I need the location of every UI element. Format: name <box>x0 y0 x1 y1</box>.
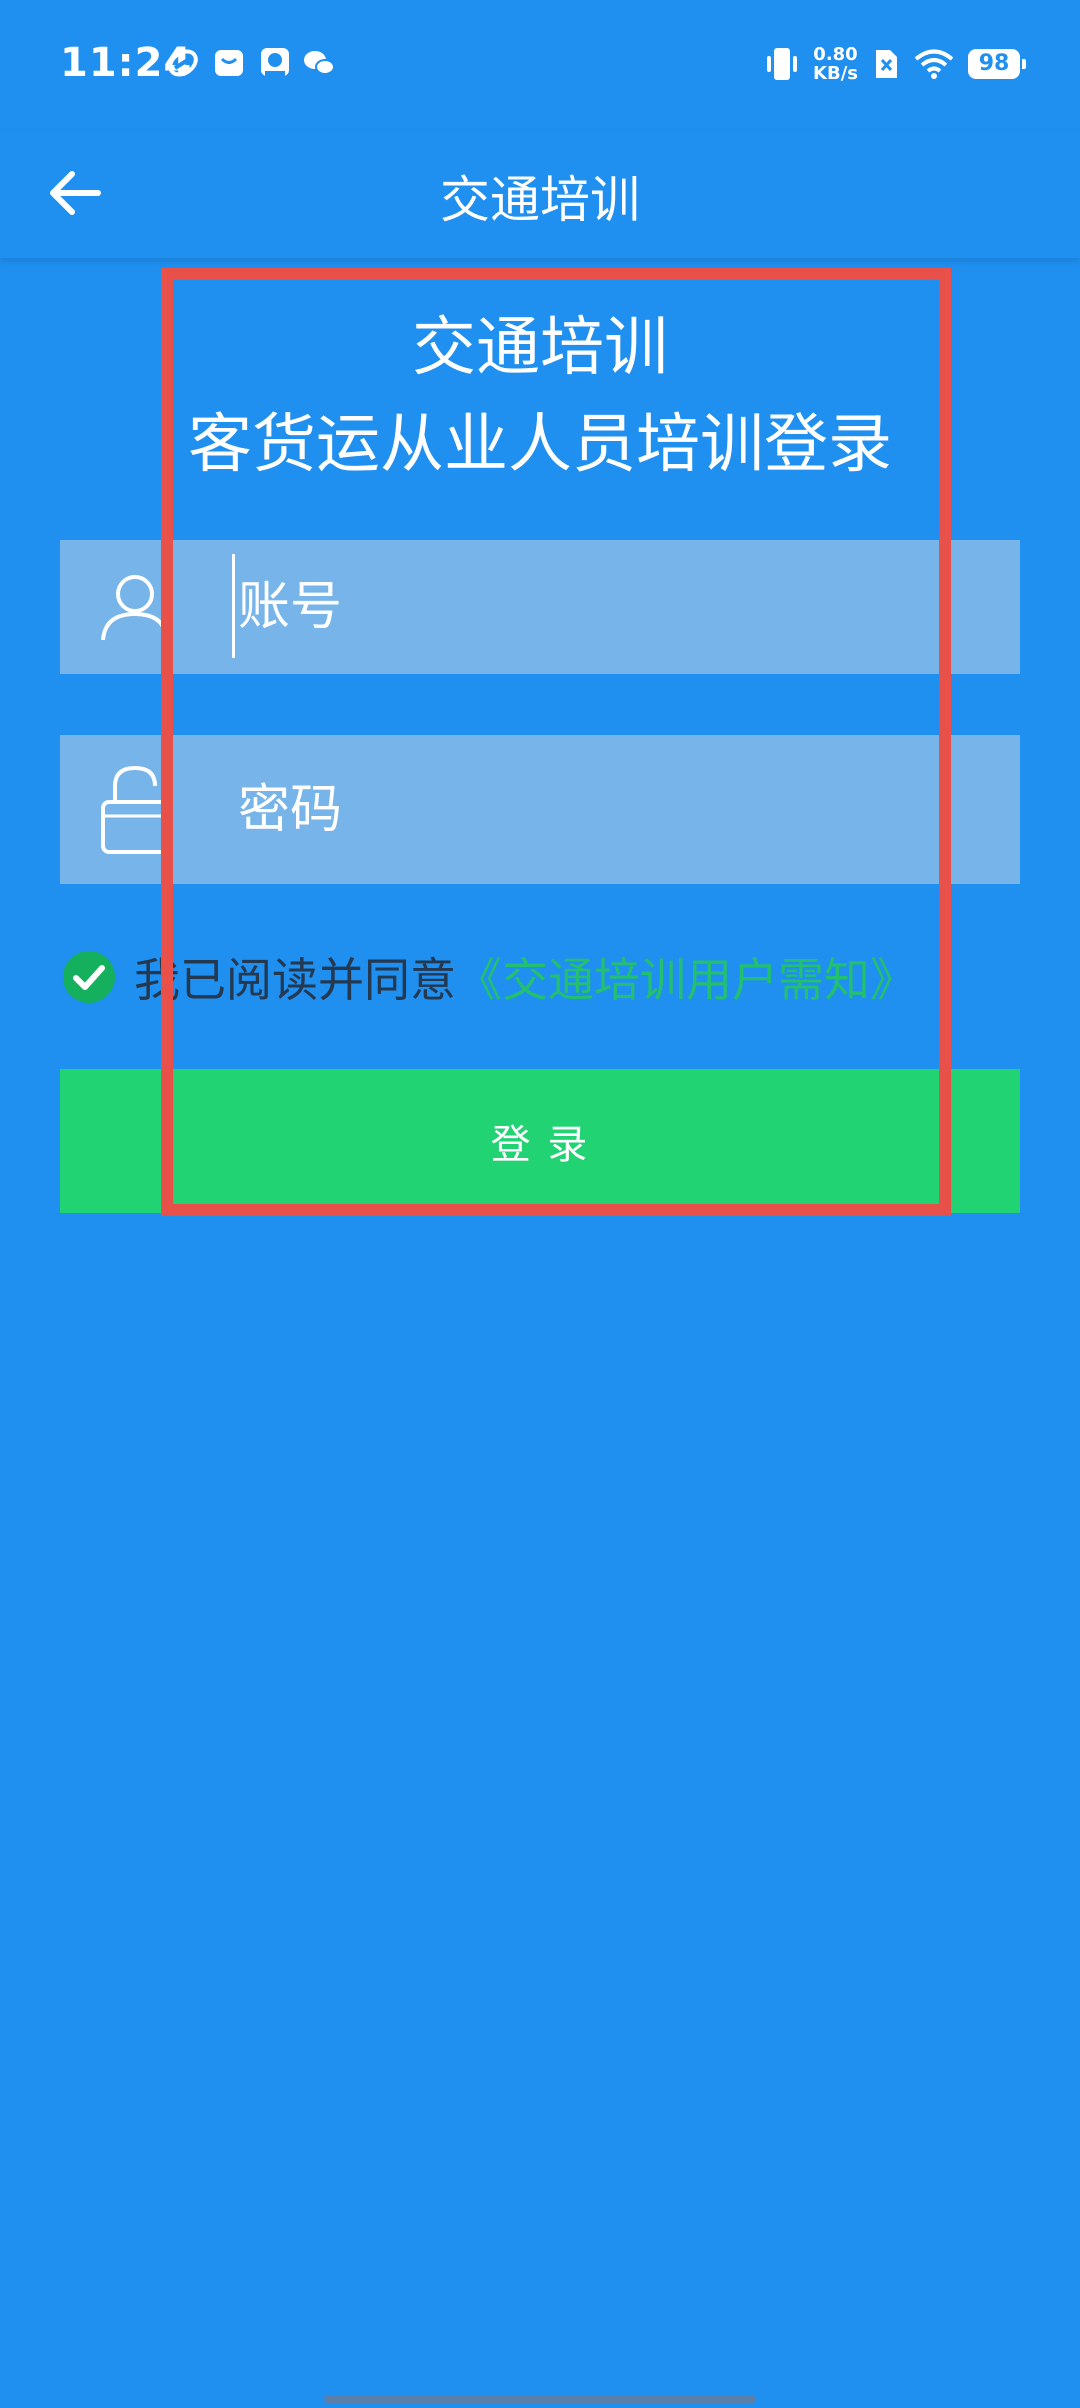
check-circle-icon[interactable] <box>62 950 116 1004</box>
title-bar: 交通培训 <box>0 130 1080 258</box>
swirl-app-icon <box>168 49 198 77</box>
agreement-row: 我已阅读并同意 《交通培训用户需知》 <box>62 947 916 1007</box>
status-right-group: 0.80 KB/s 98 <box>765 42 1026 86</box>
agreement-text: 我已阅读并同意 <box>134 953 456 1007</box>
status-bar: 11:24 0.80 KB/s 98 <box>0 0 1080 130</box>
login-button[interactable]: 登 录 <box>60 1069 1020 1213</box>
lock-icon-wrap <box>60 735 210 884</box>
wechat-icon <box>304 51 335 75</box>
message-bag-icon <box>215 50 243 76</box>
terms-link[interactable]: 《交通培训用户需知》 <box>456 944 916 1010</box>
account-input[interactable] <box>210 540 998 674</box>
wifi-icon <box>914 49 954 79</box>
home-indicator[interactable] <box>324 2395 756 2403</box>
network-speed: 0.80 KB/s <box>813 45 858 83</box>
form-heading-line1: 交通培训 <box>412 311 668 385</box>
photo-app-icon <box>261 48 289 76</box>
network-speed-unit: KB/s <box>813 63 858 84</box>
network-speed-value: 0.80 <box>813 44 858 65</box>
password-field[interactable] <box>60 735 1020 884</box>
user-icon-wrap <box>60 540 210 674</box>
account-field[interactable] <box>60 540 1020 674</box>
battery-indicator: 98 <box>968 49 1026 79</box>
form-heading-line2: 客货运从业人员培训登录 <box>188 408 892 482</box>
user-icon <box>101 575 169 641</box>
page-title: 交通培训 <box>440 171 640 229</box>
text-caret <box>232 554 235 658</box>
unlocked-lock-icon <box>101 765 169 854</box>
sim-disabled-icon <box>876 50 897 78</box>
password-input[interactable] <box>210 735 998 884</box>
vibrate-icon <box>767 48 798 80</box>
